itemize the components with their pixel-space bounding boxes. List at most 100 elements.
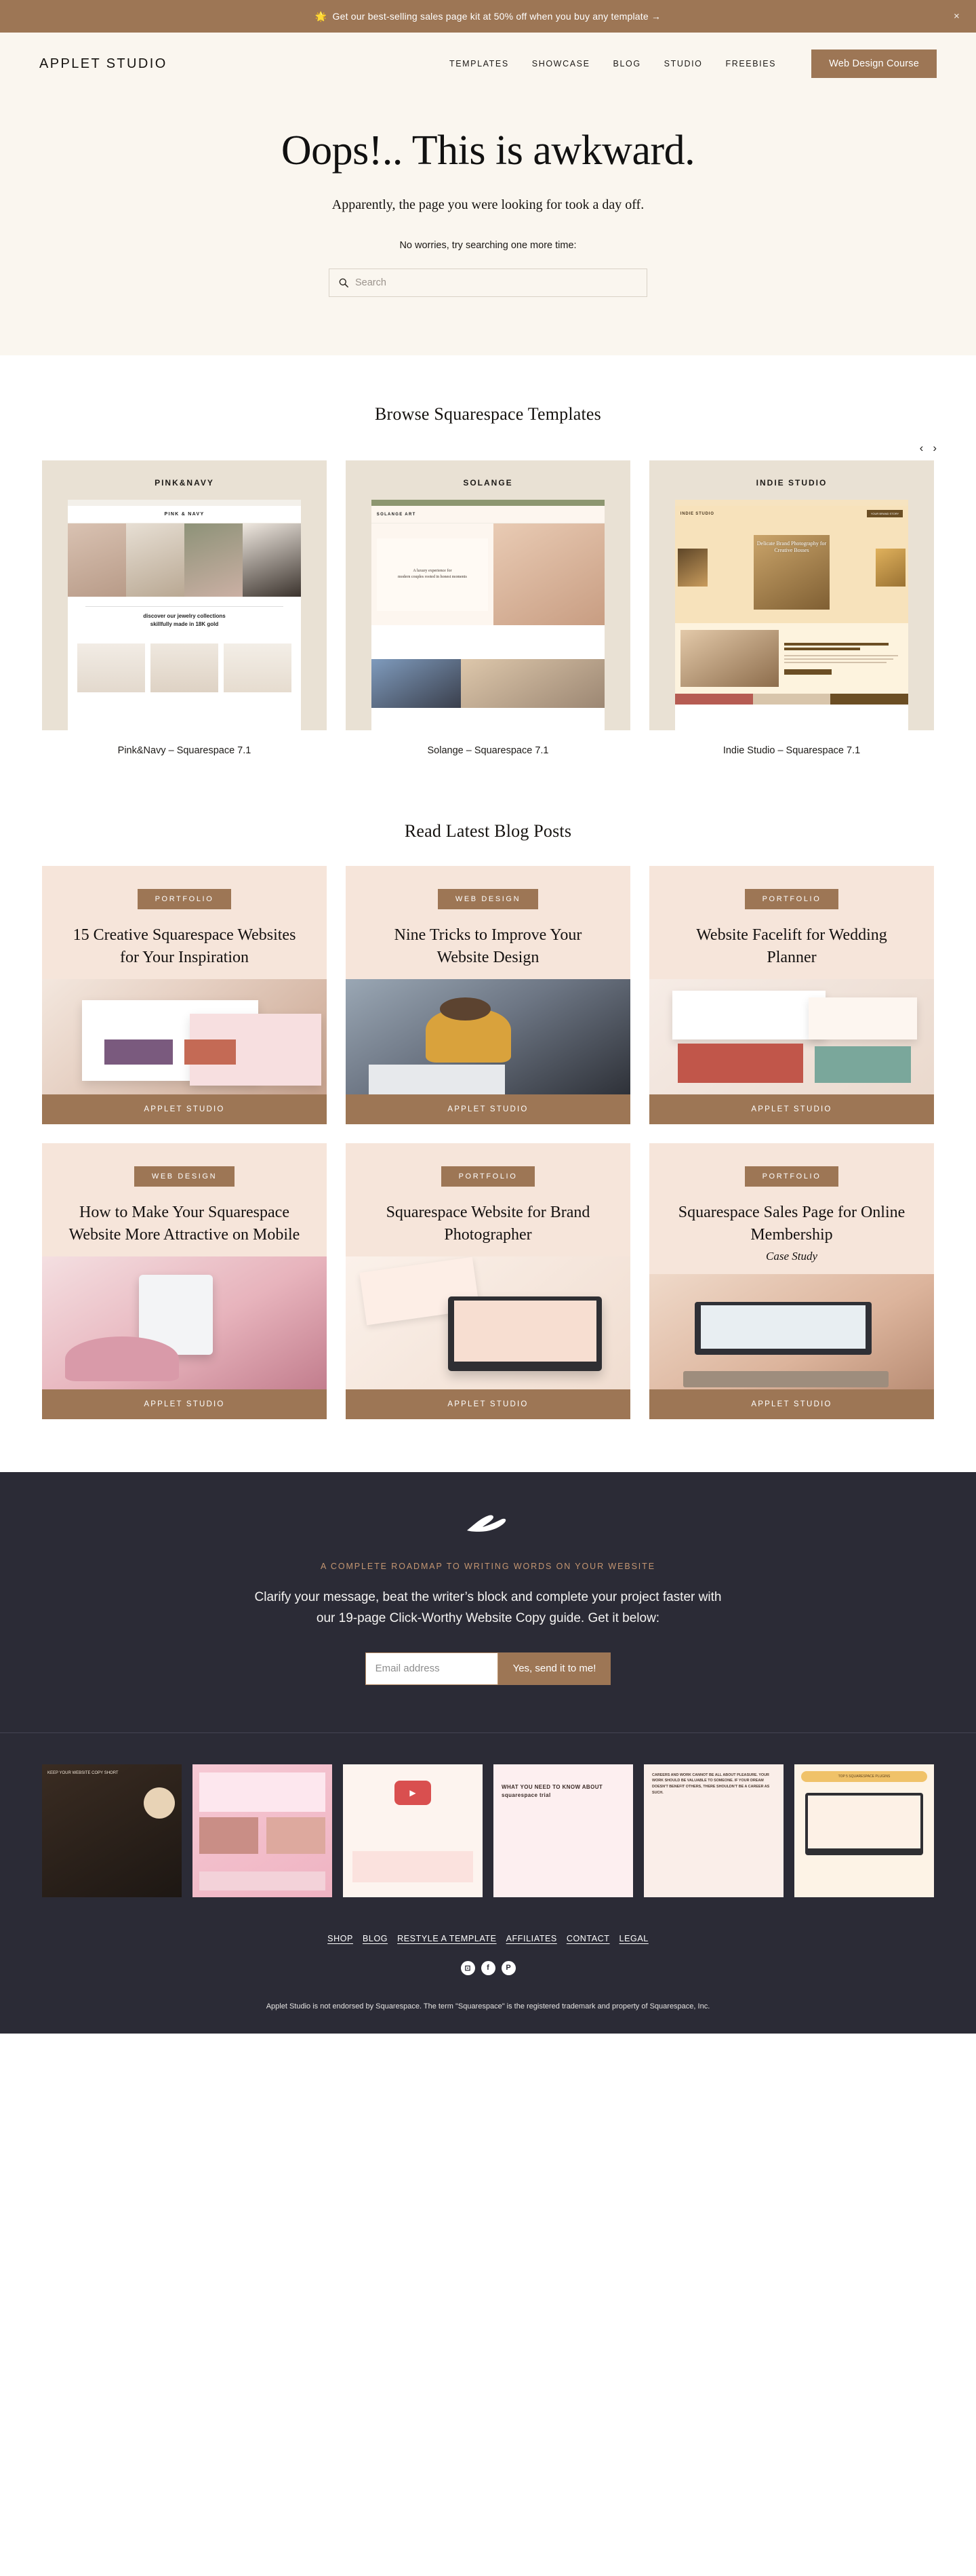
template-mock-site: PINK & NAVY discover our jewelry collect…: [67, 500, 302, 731]
newsletter-submit-button[interactable]: Yes, send it to me!: [497, 1652, 611, 1685]
nav-item-freebies[interactable]: FREEBIES: [725, 59, 776, 68]
mock-announcement-bar: [371, 500, 605, 507]
nav-item-blog[interactable]: BLOG: [613, 59, 641, 68]
status-badge: PORTFOLIO: [744, 889, 839, 910]
hero-subtitle: Apparently, the page you were looking fo…: [331, 197, 645, 213]
blog-card-footer: APPLET STUDIO: [649, 1389, 934, 1419]
carousel-controls: ‹ ›: [0, 424, 976, 460]
mock-body-copy: [371, 625, 605, 660]
mock-announcement-bar: [67, 500, 302, 507]
newsletter-form: Yes, send it to me!: [0, 1652, 976, 1685]
footer-link-restyle-a-template[interactable]: RESTYLE A TEMPLATE: [397, 1934, 497, 1943]
footer-link-shop[interactable]: SHOP: [327, 1934, 353, 1943]
blog-grid: PORTFOLIO 15 Creative Squarespace Websit…: [0, 866, 976, 1419]
footer-link-contact[interactable]: CONTACT: [567, 1934, 610, 1943]
gallery-item[interactable]: WHAT YOU NEED TO KNOW ABOUT squarespace …: [493, 1764, 633, 1897]
chevron-left-icon[interactable]: ‹: [920, 442, 924, 454]
blog-posts-section: Read Latest Blog Posts PORTFOLIO 15 Crea…: [0, 756, 976, 1419]
template-brand: SOLANGE: [463, 478, 513, 488]
star-icon: 🌟: [314, 10, 327, 22]
template-thumbnail: PINK&NAVY PINK & NAVY discover our jewel…: [42, 460, 327, 731]
template-thumbnail: INDIE STUDIO INDIE STUDIO YOUR BRAND STO…: [649, 460, 934, 731]
blog-card-title: 15 Creative Squarespace Websites for You…: [73, 926, 296, 966]
mock-headline-2: skillfully made in 18K gold: [150, 621, 219, 628]
facebook-icon[interactable]: f: [481, 1960, 495, 1975]
mock-color-strip: [674, 694, 909, 705]
email-field[interactable]: [365, 1652, 498, 1685]
blog-card[interactable]: PORTFOLIO Website Facelift for Wedding P…: [649, 866, 934, 1125]
mock-nav-logo: INDIE STUDIO: [680, 511, 714, 516]
mock-image-row: [67, 523, 302, 597]
footer-link-affiliates[interactable]: AFFILIATES: [506, 1934, 557, 1943]
blog-card-footer: APPLET STUDIO: [42, 1094, 327, 1125]
close-icon[interactable]: ×: [954, 12, 960, 22]
instagram-gallery: KEEP YOUR WEBSITE COPY SHORT ▶ WHAT YOU …: [0, 1732, 976, 1897]
search-icon: [339, 279, 348, 288]
template-card[interactable]: SOLANGE SOLANGE ART A luxury experience …: [346, 460, 630, 756]
template-caption: Pink&Navy – Squarespace 7.1: [117, 745, 251, 757]
newsletter-section: A COMPLETE ROADMAP TO WRITING WORDS ON Y…: [0, 1472, 976, 2034]
mock-nav-logo: SOLANGE ART: [376, 512, 416, 517]
blog-card-title: Website Facelift for Wedding Planner: [696, 926, 887, 966]
instagram-icon[interactable]: ⊡: [460, 1960, 475, 1975]
blog-card[interactable]: WEB DESIGN How to Make Your Squarespace …: [42, 1143, 327, 1419]
blog-card-title: Squarespace Sales Page for Online Member…: [678, 1204, 906, 1244]
blog-card[interactable]: PORTFOLIO 15 Creative Squarespace Websit…: [42, 866, 327, 1125]
gallery-item-caption: CAREERS AND WORK CANNOT BE ALL ABOUT PLE…: [652, 1772, 770, 1796]
blog-card-image: [42, 1256, 327, 1389]
blog-card-image: [346, 979, 630, 1095]
announcement-text: Get our best-selling sales page kit at 5…: [332, 11, 662, 22]
legal-disclaimer: Applet Studio is not endorsed by Squares…: [266, 2002, 710, 2010]
gallery-item[interactable]: TOP 5 SQUARESPACE PLUGINS: [794, 1764, 934, 1897]
newsletter-lead: Clarify your message, beat the writer’s …: [254, 1590, 722, 1625]
blog-card[interactable]: PORTFOLIO Squarespace Website for Brand …: [346, 1143, 630, 1419]
blog-card-image: [649, 1274, 934, 1389]
blog-section-title: Read Latest Blog Posts: [404, 821, 572, 841]
blog-card-subtitle: Case Study: [765, 1250, 818, 1263]
gallery-item-caption: KEEP YOUR WEBSITE COPY SHORT: [47, 1770, 119, 1775]
template-card[interactable]: PINK&NAVY PINK & NAVY discover our jewel…: [42, 460, 327, 756]
mock-headline-block: discover our jewelry collections skillfu…: [68, 597, 301, 638]
template-mock-site: SOLANGE ART A luxury experience for mode…: [371, 500, 605, 731]
hero-hint: No worries, try searching one more time:: [399, 240, 577, 252]
mock-headline-2: modern couples rooted in honest moments: [397, 575, 467, 580]
gallery-item[interactable]: CAREERS AND WORK CANNOT BE ALL ABOUT PLE…: [644, 1764, 784, 1897]
status-badge: WEB DESIGN: [134, 1166, 235, 1187]
blog-card-image: [346, 1256, 630, 1389]
template-card[interactable]: INDIE STUDIO INDIE STUDIO YOUR BRAND STO…: [649, 460, 934, 756]
gallery-item[interactable]: KEEP YOUR WEBSITE COPY SHORT: [42, 1764, 182, 1897]
template-caption: Indie Studio – Squarespace 7.1: [723, 745, 861, 757]
site-header: APPLET STUDIO TEMPLATES SHOWCASE BLOG ST…: [0, 33, 976, 95]
site-logo[interactable]: APPLET STUDIO: [39, 56, 167, 72]
mock-photo-row: [371, 659, 605, 709]
gallery-item[interactable]: [192, 1764, 332, 1897]
template-caption: Solange – Squarespace 7.1: [427, 745, 549, 757]
footer-link-legal[interactable]: LEGAL: [619, 1934, 649, 1943]
blog-card[interactable]: PORTFOLIO Squarespace Sales Page for Onl…: [649, 1143, 934, 1419]
nav-item-showcase[interactable]: SHOWCASE: [532, 59, 590, 68]
gallery-item[interactable]: ▶: [343, 1764, 483, 1897]
blog-card-title: Squarespace Website for Brand Photograph…: [386, 1204, 590, 1244]
mock-nav: INDIE STUDIO YOUR BRAND STORY: [674, 506, 909, 522]
footer-link-blog[interactable]: BLOG: [363, 1934, 388, 1943]
mock-announcement-bar: [674, 500, 909, 507]
gallery-item-caption: WHAT YOU NEED TO KNOW ABOUT squarespace …: [502, 1783, 603, 1798]
search-input[interactable]: [355, 277, 637, 289]
template-thumbnail: SOLANGE SOLANGE ART A luxury experience …: [346, 460, 630, 731]
templates-section-title: Browse Squarespace Templates: [375, 404, 601, 424]
web-design-course-button[interactable]: Web Design Course: [811, 49, 937, 78]
blog-card-title: How to Make Your Squarespace Website Mor…: [68, 1204, 300, 1244]
announcement-bar[interactable]: 🌟 Get our best-selling sales page kit at…: [0, 0, 976, 33]
chevron-right-icon[interactable]: ›: [933, 442, 937, 454]
blog-card[interactable]: WEB DESIGN Nine Tricks to Improve Your W…: [346, 866, 630, 1125]
blog-card-image: [649, 979, 934, 1095]
pinterest-icon[interactable]: P: [501, 1960, 516, 1975]
blog-card-footer: APPLET STUDIO: [346, 1094, 630, 1125]
nav-item-templates[interactable]: TEMPLATES: [449, 59, 509, 68]
mock-headline-1: Delicate Brand Photography for: [756, 540, 827, 547]
blog-card-image: [42, 979, 327, 1095]
blog-card-footer: APPLET STUDIO: [42, 1389, 327, 1419]
search-box[interactable]: [329, 269, 647, 298]
nav-item-studio[interactable]: STUDIO: [664, 59, 703, 68]
hero-404-section: Oops!.. This is awkward. Apparently, the…: [0, 95, 976, 355]
